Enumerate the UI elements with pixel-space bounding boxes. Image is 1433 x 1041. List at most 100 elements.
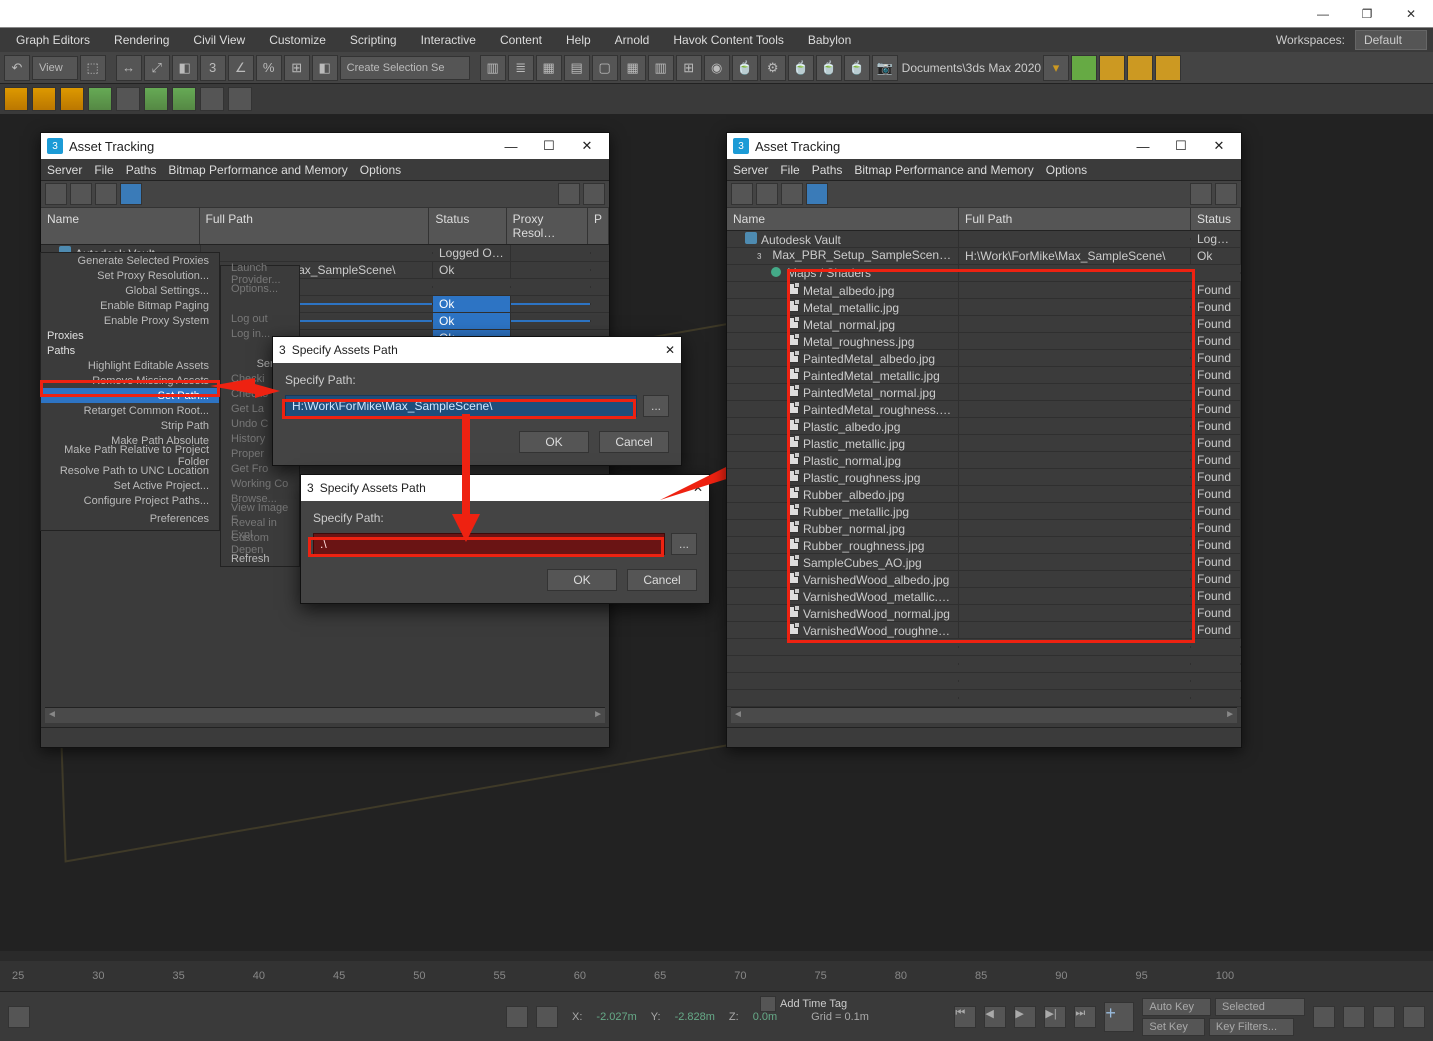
max-button[interactable]: ☐ — [1165, 135, 1197, 157]
cancel-button[interactable]: Cancel — [627, 569, 697, 591]
menu-options[interactable]: Options — [1046, 163, 1087, 177]
menu-help[interactable]: Help — [556, 30, 601, 50]
config-icon[interactable] — [583, 183, 605, 205]
tool-icon[interactable]: ▦ — [620, 55, 646, 81]
tool-icon[interactable]: ▥ — [648, 55, 674, 81]
table-row[interactable]: SampleCubes_AO.jpgFound — [727, 554, 1241, 571]
lock-icon[interactable] — [536, 1006, 558, 1028]
nav-icon[interactable] — [1373, 1006, 1395, 1028]
tool-icon[interactable]: ◉ — [704, 55, 730, 81]
add-time-tag[interactable]: Add Time Tag — [760, 996, 847, 1012]
ctx-logout[interactable]: Log out — [221, 311, 299, 326]
col-status[interactable]: Status — [429, 208, 506, 244]
close-button[interactable]: ✕ — [665, 343, 675, 357]
tool-icon[interactable] — [32, 87, 56, 111]
path-input[interactable] — [313, 533, 665, 555]
refcoord-dropdown[interactable]: View — [32, 56, 78, 80]
close-button[interactable]: ✕ — [1389, 0, 1433, 28]
ctx-make-relative[interactable]: Make Path Relative to Project Folder — [41, 448, 219, 463]
table-row[interactable]: Rubber_normal.jpgFound — [727, 520, 1241, 537]
tool-icon[interactable]: 📷 — [872, 55, 898, 81]
window-titlebar[interactable]: 3 Asset Tracking — ☐ ✕ — [727, 133, 1241, 159]
menu-babylon[interactable]: Babylon — [798, 30, 861, 50]
browse-button[interactable]: ... — [643, 395, 669, 417]
tool-angle-icon[interactable]: ∠ — [228, 55, 254, 81]
tool-icon[interactable] — [1071, 55, 1097, 81]
menu-file[interactable]: File — [780, 163, 799, 177]
h-scrollbar[interactable] — [731, 707, 1237, 723]
tool-icon[interactable]: ⊞ — [676, 55, 702, 81]
browse-button[interactable]: ... — [671, 533, 697, 555]
menu-graph-editors[interactable]: Graph Editors — [6, 30, 100, 50]
ctx-strip-path[interactable]: Strip Path — [41, 418, 219, 433]
ctx-enable-proxy-system[interactable]: Enable Proxy System — [41, 313, 219, 328]
keymode-dropdown[interactable]: Selected — [1215, 998, 1305, 1016]
table-row[interactable]: Plastic_albedo.jpgFound — [727, 418, 1241, 435]
table-row-maps-group[interactable]: Maps / Shaders — [727, 265, 1241, 282]
menu-server[interactable]: Server — [733, 163, 768, 177]
table-row[interactable]: Rubber_albedo.jpgFound — [727, 486, 1241, 503]
tool-icon[interactable] — [88, 87, 112, 111]
menu-arnold[interactable]: Arnold — [605, 30, 660, 50]
table-row[interactable]: Plastic_metallic.jpgFound — [727, 435, 1241, 452]
tool-icon[interactable] — [1127, 55, 1153, 81]
table-row[interactable]: Plastic_normal.jpgFound — [727, 452, 1241, 469]
tool-icon[interactable] — [200, 87, 224, 111]
tool-icon[interactable]: ◧ — [312, 55, 338, 81]
col-fullpath[interactable]: Full Path — [959, 208, 1191, 230]
tool-icon[interactable] — [228, 87, 252, 111]
ctx-set-path[interactable]: Set Path... — [41, 388, 219, 403]
ctx-highlight-editable[interactable]: Highlight Editable Assets — [41, 358, 219, 373]
dialog-titlebar[interactable]: 3 Specify Assets Path ✕ — [273, 337, 681, 363]
tree-icon[interactable] — [70, 183, 92, 205]
menu-server[interactable]: Server — [47, 163, 82, 177]
workspace-dropdown[interactable]: Default — [1355, 30, 1427, 50]
table-row[interactable]: Metal_metallic.jpgFound — [727, 299, 1241, 316]
table-row[interactable]: Metal_roughness.jpgFound — [727, 333, 1241, 350]
col-p[interactable]: P — [588, 208, 609, 244]
menu-civil-view[interactable]: Civil View — [183, 30, 255, 50]
tool-snap-icon[interactable]: 3 — [200, 55, 226, 81]
tool-icon[interactable] — [172, 87, 196, 111]
refresh-icon[interactable] — [45, 183, 67, 205]
ctx-preferences[interactable]: Preferences — [41, 508, 219, 530]
ctx-generate-proxies[interactable]: Generate Selected Proxies — [41, 253, 219, 268]
tool-icon[interactable] — [60, 87, 84, 111]
tool-icon[interactable]: ▤ — [564, 55, 590, 81]
selection-set-dropdown[interactable]: Create Selection Se — [340, 56, 470, 80]
table-row[interactable]: Plastic_roughness.jpgFound — [727, 469, 1241, 486]
status-icon[interactable] — [8, 1006, 30, 1028]
goto-end-icon[interactable]: ⏭ — [1074, 1006, 1096, 1028]
close-button[interactable]: ✕ — [693, 481, 703, 495]
tool-undo-icon[interactable]: ↶ — [4, 55, 30, 81]
table-row[interactable]: VarnishedWood_albedo.jpgFound — [727, 571, 1241, 588]
ctx-set-proxy-res[interactable]: Set Proxy Resolution... — [41, 268, 219, 283]
play-icon[interactable]: ▶ — [1014, 1006, 1036, 1028]
ctx-launch-provider[interactable]: Launch Provider... — [221, 266, 299, 281]
ctx-resolve-unc[interactable]: Resolve Path to UNC Location — [41, 463, 219, 478]
max-button[interactable]: ❐ — [1345, 0, 1389, 28]
ctx-workingco[interactable]: Working Co — [221, 476, 299, 491]
tool-mirror-icon[interactable]: ▥ — [480, 55, 506, 81]
ok-button[interactable]: OK — [519, 431, 589, 453]
tool-icon[interactable]: ◧ — [172, 55, 198, 81]
table-row[interactable]: VarnishedWood_roughness.jpgFound — [727, 622, 1241, 639]
ctx-global-settings[interactable]: Global Settings... — [41, 283, 219, 298]
table-row[interactable]: VarnishedWood_metallic.jpgFound — [727, 588, 1241, 605]
prev-frame-icon[interactable]: ◀ — [984, 1006, 1006, 1028]
min-button[interactable]: — — [495, 135, 527, 157]
menu-paths[interactable]: Paths — [126, 163, 157, 177]
col-proxy[interactable]: Proxy Resol… — [507, 208, 588, 244]
menu-bitmap[interactable]: Bitmap Performance and Memory — [168, 163, 347, 177]
menu-customize[interactable]: Customize — [259, 30, 336, 50]
nav-icon[interactable] — [1313, 1006, 1335, 1028]
keyfilters-button[interactable]: Key Filters... — [1209, 1018, 1294, 1036]
col-name[interactable]: Name — [41, 208, 200, 244]
path-input[interactable] — [285, 395, 637, 417]
ok-button[interactable]: OK — [547, 569, 617, 591]
table-row-vault[interactable]: Autodesk Vault Logged — [727, 231, 1241, 248]
setkey-button[interactable]: Set Key — [1142, 1018, 1205, 1036]
table-row[interactable]: PaintedMetal_albedo.jpgFound — [727, 350, 1241, 367]
list-icon[interactable] — [95, 183, 117, 205]
tool-icon[interactable] — [144, 87, 168, 111]
